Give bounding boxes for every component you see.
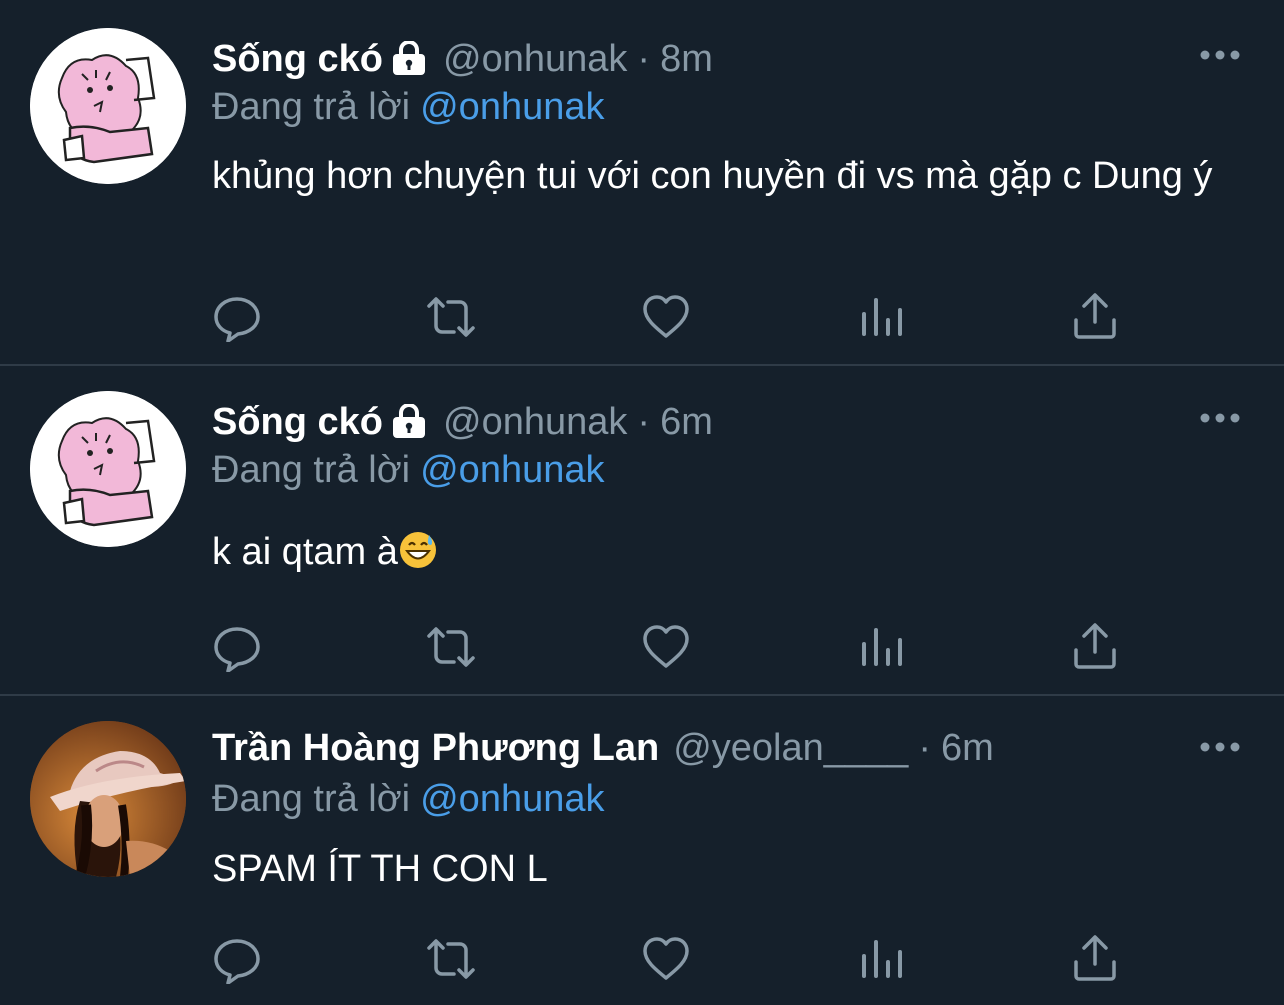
reply-icon[interactable] [212,292,262,343]
mention-link[interactable]: @onhunak [420,449,604,491]
pink-cat-avatar-image [30,28,186,184]
separator: · [637,401,651,443]
retweet-icon[interactable] [426,622,476,672]
tweet[interactable]: Sống ckó @onhunak · 6m Đang trả lời @onhunak… [0,366,1284,694]
analytics-icon[interactable] [856,622,906,672]
tweet-header: Sống ckó @onhunak · 8m [212,36,713,86]
more-options-icon[interactable] [1198,45,1242,65]
replying-label: Đang trả lời [212,778,411,820]
replying-label: Đang trả lời [212,86,411,128]
cowboy-hat-photo-avatar-image [30,721,186,877]
lock-icon [389,403,429,449]
like-icon[interactable] [641,934,691,984]
share-icon[interactable] [1070,934,1120,984]
action-bar [0,934,1284,985]
reply-icon[interactable] [212,934,262,985]
user-handle[interactable]: @yeolan____ [673,727,908,769]
avatar[interactable] [30,28,186,184]
mention-link[interactable]: @onhunak [420,86,604,128]
tweet-text-container: k ai qtam à [212,526,1252,584]
user-handle[interactable]: @onhunak [443,401,627,443]
retweet-icon[interactable] [426,292,476,342]
separator: · [637,38,651,80]
like-icon[interactable] [641,292,691,342]
display-name[interactable]: Trần Hoàng Phương Lan [212,727,659,769]
like-icon[interactable] [641,622,691,672]
retweet-icon[interactable] [426,934,476,984]
tweet-text: khủng hơn chuyện tui với con huyền đi vs… [212,155,1213,197]
display-name[interactable]: Sống ckó [212,401,383,443]
grinning-sweat-emoji-icon [398,530,438,584]
replying-to: Đang trả lời @onhunak [212,447,605,493]
more-options-icon[interactable] [1198,408,1242,428]
tweet[interactable]: Sống ckó @onhunak · 8m Đang trả lời @onhunak… [0,0,1284,364]
display-name[interactable]: Sống ckó [212,38,383,80]
timestamp[interactable]: 6m [660,401,713,443]
avatar[interactable] [30,391,186,547]
analytics-icon[interactable] [856,934,906,984]
tweet-header: Sống ckó @onhunak · 6m [212,399,713,449]
tweet[interactable]: Trần Hoàng Phương Lan @yeolan____ · 6m Đang… [0,696,1284,1005]
share-icon[interactable] [1070,622,1120,672]
replying-to: Đang trả lời @onhunak [212,84,605,130]
tweet-header: Trần Hoàng Phương Lan @yeolan____ · 6m [212,725,994,771]
avatar[interactable] [30,721,186,877]
action-bar [0,292,1284,343]
share-icon[interactable] [1070,292,1120,342]
replying-label: Đang trả lời [212,449,411,491]
timestamp[interactable]: 6m [941,727,994,769]
action-bar [0,622,1284,673]
lock-icon [389,40,429,86]
replying-to: Đang trả lời @onhunak [212,776,605,822]
tweet-text: k ai qtam à [212,531,398,573]
pink-cat-avatar-image [30,391,186,547]
separator: · [918,727,931,769]
reply-icon[interactable] [212,622,262,673]
timestamp[interactable]: 8m [660,38,713,80]
mention-link[interactable]: @onhunak [420,778,604,820]
analytics-icon[interactable] [856,292,906,342]
tweet-text: SPAM ÍT TH CON L [212,848,548,890]
user-handle[interactable]: @onhunak [443,38,627,80]
more-options-icon[interactable] [1198,737,1242,757]
